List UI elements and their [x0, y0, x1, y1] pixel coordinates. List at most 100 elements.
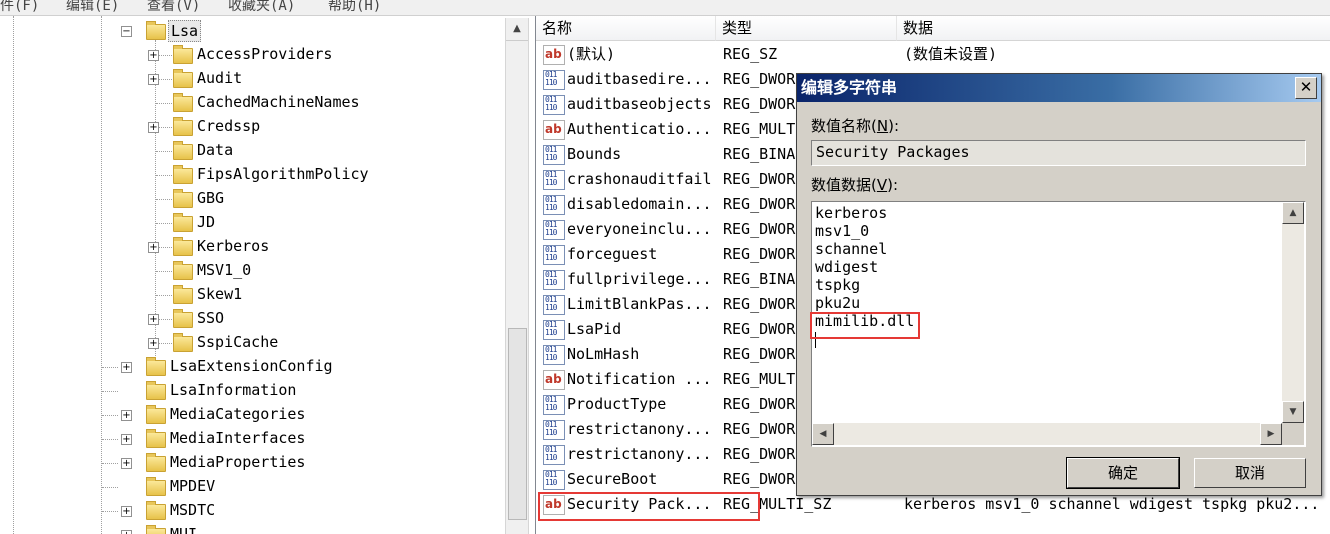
- column-header-name[interactable]: 名称: [536, 16, 716, 41]
- tree-node-label[interactable]: Data: [195, 140, 235, 160]
- expand-icon[interactable]: +: [121, 434, 132, 445]
- tree-node-label[interactable]: MSV1_0: [195, 260, 253, 280]
- tree-node-label[interactable]: MediaCategories: [168, 404, 307, 424]
- tree-node[interactable]: + MUI: [0, 524, 504, 534]
- folder-icon: [173, 93, 193, 112]
- value-name[interactable]: LimitBlankPas...: [567, 294, 712, 314]
- tree-node[interactable]: Data: [0, 140, 504, 162]
- value-name[interactable]: SecureBoot: [567, 469, 657, 489]
- value-name[interactable]: crashonauditfail: [567, 169, 712, 189]
- tree-node-label[interactable]: JD: [195, 212, 217, 232]
- value-name[interactable]: restrictanony...: [567, 419, 712, 439]
- tree-node-label[interactable]: Kerberos: [195, 236, 271, 256]
- expand-icon[interactable]: +: [148, 74, 159, 85]
- value-name[interactable]: NoLmHash: [567, 344, 639, 364]
- value-name-field[interactable]: Security Packages: [811, 140, 1306, 166]
- expand-icon[interactable]: +: [121, 410, 132, 421]
- tree-node[interactable]: + LsaExtensionConfig: [0, 356, 504, 378]
- tree-node[interactable]: LsaInformation: [0, 380, 504, 402]
- value-name[interactable]: disabledomain...: [567, 194, 712, 214]
- menu-favorites[interactable]: 收藏夹(A): [228, 0, 295, 15]
- tree-node[interactable]: + MSDTC: [0, 500, 504, 522]
- tree-node-label[interactable]: Lsa: [168, 20, 202, 42]
- registry-tree[interactable]: − Lsa + AccessProviders + Audit CachedMachin…: [0, 16, 504, 534]
- tree-node-label[interactable]: MediaInterfaces: [168, 428, 307, 448]
- tree-node[interactable]: + Audit: [0, 68, 504, 90]
- scroll-up-arrow-icon[interactable]: ▲: [506, 18, 528, 41]
- value-name[interactable]: auditbasedire...: [567, 69, 712, 89]
- close-icon[interactable]: ✕: [1295, 77, 1317, 99]
- tree-scrollbar[interactable]: ▲: [505, 18, 529, 534]
- tree-node[interactable]: + MediaProperties: [0, 452, 504, 474]
- column-header-data[interactable]: 数据: [897, 16, 1330, 41]
- tree-node[interactable]: + Credssp: [0, 116, 504, 138]
- tree-node[interactable]: GBG: [0, 188, 504, 210]
- scroll-right-icon[interactable]: ▶: [1260, 423, 1282, 445]
- tree-node[interactable]: MSV1_0: [0, 260, 504, 282]
- expand-icon[interactable]: +: [121, 506, 132, 517]
- tree-node-label[interactable]: MSDTC: [168, 500, 217, 520]
- tree-node-label[interactable]: LsaExtensionConfig: [168, 356, 335, 376]
- tree-node-label[interactable]: CachedMachineNames: [195, 92, 362, 112]
- expand-icon[interactable]: +: [148, 314, 159, 325]
- horizontal-scroll-track[interactable]: [812, 423, 1282, 445]
- tree-node-label[interactable]: AccessProviders: [195, 44, 334, 64]
- tree-node-label[interactable]: SspiCache: [195, 332, 280, 352]
- tree-node[interactable]: CachedMachineNames: [0, 92, 504, 114]
- expand-icon[interactable]: +: [121, 530, 132, 534]
- tree-node[interactable]: + MediaInterfaces: [0, 428, 504, 450]
- tree-node-label[interactable]: Skew1: [195, 284, 244, 304]
- expand-icon[interactable]: +: [121, 458, 132, 469]
- tree-node-label[interactable]: FipsAlgorithmPolicy: [195, 164, 371, 184]
- tree-node[interactable]: + AccessProviders: [0, 44, 504, 66]
- value-name[interactable]: (默认): [567, 44, 615, 64]
- menu-view[interactable]: 查看(V): [147, 0, 200, 15]
- tree-node[interactable]: FipsAlgorithmPolicy: [0, 164, 504, 186]
- expand-icon[interactable]: +: [148, 338, 159, 349]
- tree-node[interactable]: Skew1: [0, 284, 504, 306]
- value-name[interactable]: ProductType: [567, 394, 666, 414]
- tree-node-label[interactable]: Audit: [195, 68, 244, 88]
- value-name[interactable]: Bounds: [567, 144, 621, 164]
- value-name[interactable]: Notification ...: [567, 369, 712, 389]
- collapse-icon[interactable]: −: [121, 26, 132, 37]
- value-name[interactable]: everyoneinclu...: [567, 219, 712, 239]
- tree-node[interactable]: JD: [0, 212, 504, 234]
- value-name[interactable]: Authenticatio...: [567, 119, 712, 139]
- column-header-type[interactable]: 类型: [716, 16, 897, 41]
- tree-node[interactable]: + SSO: [0, 308, 504, 330]
- value-data-textarea[interactable]: kerberos msv1_0 schannel wdigest tspkg pku2u m…: [810, 201, 1306, 447]
- scroll-thumb[interactable]: [508, 328, 527, 520]
- scroll-down-icon[interactable]: ▼: [1282, 401, 1304, 423]
- tree-node-label[interactable]: GBG: [195, 188, 226, 208]
- value-name[interactable]: fullprivilege...: [567, 269, 712, 289]
- vertical-scroll-track[interactable]: [1282, 202, 1304, 423]
- tree-node[interactable]: + SspiCache: [0, 332, 504, 354]
- tree-node-label[interactable]: LsaInformation: [168, 380, 298, 400]
- tree-node[interactable]: + Kerberos: [0, 236, 504, 258]
- tree-node-lsa[interactable]: − Lsa: [0, 20, 504, 42]
- menu-file[interactable]: 件(F): [0, 0, 39, 15]
- menu-help[interactable]: 帮助(H): [328, 0, 381, 15]
- list-row[interactable]: ab (默认) REG_SZ (数值未设置): [536, 42, 1330, 67]
- tree-node-label[interactable]: SSO: [195, 308, 226, 328]
- scroll-left-icon[interactable]: ◀: [812, 423, 834, 445]
- value-name[interactable]: auditbaseobjects: [567, 94, 712, 114]
- value-name[interactable]: restrictanony...: [567, 444, 712, 464]
- scroll-up-icon[interactable]: ▲: [1282, 202, 1304, 224]
- expand-icon[interactable]: +: [121, 362, 132, 373]
- tree-node-label[interactable]: MPDEV: [168, 476, 217, 496]
- cancel-button[interactable]: 取消: [1194, 458, 1306, 488]
- ok-button[interactable]: 确定: [1066, 457, 1180, 489]
- tree-node[interactable]: + MediaCategories: [0, 404, 504, 426]
- value-name[interactable]: forceguest: [567, 244, 657, 264]
- menu-edit[interactable]: 编辑(E): [66, 0, 119, 15]
- tree-node-label[interactable]: Credssp: [195, 116, 262, 136]
- tree-node-label[interactable]: MUI: [168, 524, 199, 534]
- expand-icon[interactable]: +: [148, 122, 159, 133]
- value-name[interactable]: LsaPid: [567, 319, 621, 339]
- expand-icon[interactable]: +: [148, 242, 159, 253]
- expand-icon[interactable]: +: [148, 50, 159, 61]
- tree-node[interactable]: MPDEV: [0, 476, 504, 498]
- tree-node-label[interactable]: MediaProperties: [168, 452, 307, 472]
